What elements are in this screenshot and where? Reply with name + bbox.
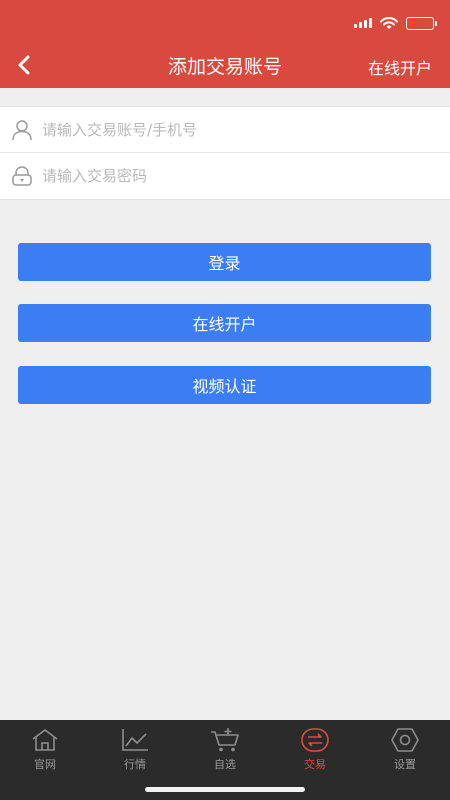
battery-icon [406, 16, 437, 30]
tab-bar: 官网 行情 自选 交易 设置 [0, 720, 450, 800]
password-input[interactable] [42, 167, 422, 185]
gear-icon [388, 726, 422, 754]
tab-label: 设置 [394, 758, 416, 771]
wifi-icon [380, 16, 398, 29]
navigation-bar: 添加交易账号 在线开户 [0, 0, 450, 88]
lock-icon [10, 164, 34, 188]
tab-settings[interactable]: 设置 [360, 720, 450, 800]
chart-icon [118, 726, 152, 754]
account-field [0, 107, 450, 153]
home-indicator[interactable] [145, 787, 305, 792]
tab-label: 自选 [214, 758, 236, 771]
tab-label: 交易 [304, 758, 326, 771]
tab-official-site[interactable]: 官网 [0, 720, 90, 800]
video-verify-button[interactable]: 视频认证 [18, 366, 431, 404]
account-input[interactable] [42, 121, 422, 139]
user-icon [10, 118, 34, 142]
status-bar [354, 14, 437, 32]
cellular-signal-icon [354, 18, 372, 28]
battery-level [408, 19, 414, 27]
trade-icon [298, 726, 332, 754]
home-icon [28, 726, 62, 754]
password-field [0, 153, 450, 199]
login-form [0, 106, 450, 200]
open-account-button[interactable]: 在线开户 [18, 304, 431, 342]
login-button[interactable]: 登录 [18, 243, 431, 281]
tab-label: 行情 [124, 758, 146, 771]
open-account-link[interactable]: 在线开户 [368, 55, 432, 79]
cart-icon [208, 726, 242, 754]
tab-label: 官网 [34, 758, 56, 771]
